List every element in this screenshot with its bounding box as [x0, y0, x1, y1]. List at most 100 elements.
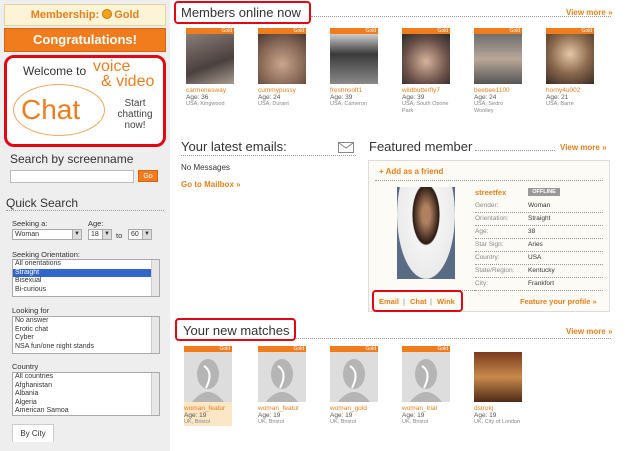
featured-member-photo[interactable] — [397, 187, 455, 279]
members_online-card[interactable]: Gold beebee1100 Age: 24 USA, Sedro Woolley — [474, 28, 522, 114]
add-friend-link[interactable]: + Add as a friend — [379, 167, 443, 176]
matches-card[interactable]: dstrokj Age: 19 UK, City of London — [474, 346, 522, 426]
member-name[interactable]: horny4u002 — [546, 87, 594, 94]
seeking-a-select[interactable]: Woman ▼ — [12, 229, 82, 240]
scrollbar[interactable] — [151, 317, 159, 353]
members-online-view-more-link[interactable]: View more » — [566, 8, 613, 17]
member-location: USA, Kingwood — [186, 101, 225, 107]
member-age: Age: 24 — [474, 94, 497, 101]
field-value: Frankfort — [528, 280, 555, 287]
member-photo[interactable] — [184, 352, 232, 402]
member-location: UK, City of London — [474, 419, 521, 425]
voice-video-chat-promo[interactable]: Welcome to voice & video Chat Start chat… — [4, 55, 166, 147]
list-option-selected[interactable]: Straight — [13, 268, 159, 277]
field-label: Star Sign: — [475, 241, 504, 248]
list-option[interactable]: Bi-curious — [13, 286, 159, 295]
divider — [296, 338, 611, 339]
members_online-card[interactable]: Gold horny4u002 Age: 21 USA, Barre — [546, 28, 594, 108]
tab-by-city[interactable]: By City — [12, 424, 54, 442]
member-photo[interactable] — [258, 34, 306, 84]
member-photo[interactable] — [402, 34, 450, 84]
member-age: Age: 19 — [474, 412, 497, 419]
screenname-go-button[interactable]: Go — [138, 170, 158, 182]
country-listbox[interactable]: All countries Afghanistan Albania Algeri… — [12, 372, 160, 416]
member-photo[interactable] — [258, 352, 306, 402]
highlight-box — [174, 1, 311, 24]
orientation-listbox[interactable]: All orientations Straight Bisexual Bi-cu… — [12, 259, 160, 297]
divider — [475, 150, 555, 151]
member-age: Age: 19 — [184, 412, 207, 419]
member-location: USA, South Ozone Park — [402, 101, 449, 114]
member-name[interactable]: beebee1100 — [474, 87, 522, 94]
featured-field-row: Age: 38 — [475, 228, 605, 235]
promo-video: & video — [101, 73, 155, 90]
list-option[interactable]: Bisexual — [13, 277, 159, 286]
member-photo[interactable] — [474, 34, 522, 84]
age-to-select[interactable]: 60 ▼ — [128, 229, 152, 240]
list-option[interactable]: No answer — [13, 317, 159, 326]
membership-level: Gold — [114, 9, 140, 21]
member-photo[interactable] — [474, 352, 522, 402]
member-name[interactable]: woman_featur — [184, 405, 232, 412]
list-option[interactable]: Cyber — [13, 334, 159, 343]
list-option[interactable]: All orientations — [13, 260, 159, 269]
no-messages-text: No Messages — [181, 163, 230, 172]
member-photo[interactable] — [546, 34, 594, 84]
member-name[interactable]: dstrokj — [474, 405, 522, 412]
member-name[interactable]: wildbutterfly7 — [402, 87, 450, 94]
divider — [181, 155, 356, 156]
add-friend-label: Add as a friend — [385, 167, 444, 176]
featured-view-more-link[interactable]: View more » — [560, 143, 607, 152]
member-name[interactable]: freshnsoft1 — [330, 87, 378, 94]
member-photo[interactable] — [186, 34, 234, 84]
field-value: 38 — [528, 228, 536, 235]
congratulations-button[interactable]: Congratulations! — [4, 28, 166, 52]
divider — [475, 251, 603, 252]
age-from-select[interactable]: 18 ▼ — [88, 229, 112, 240]
member-name[interactable]: cummypussy — [258, 87, 306, 94]
matches-card[interactable]: Gold woman_featur Age: 19 UK, Bristol — [258, 346, 306, 426]
member-location: USA, Barre — [546, 101, 574, 107]
member-photo[interactable] — [402, 352, 450, 402]
scrollbar[interactable] — [151, 373, 159, 415]
promo-welcome: Welcome to — [23, 64, 87, 78]
field-value: USA — [528, 254, 542, 261]
membership-status: Membership: Gold — [4, 4, 166, 26]
list-option[interactable]: American Samoa — [13, 407, 159, 415]
members_online-card[interactable]: Gold wildbutterfly7 Age: 39 USA, South Ozon… — [402, 28, 450, 114]
member-location: UK, Bristol — [402, 419, 428, 425]
list-option[interactable]: NSA fun/one night stands — [13, 343, 159, 352]
looking-for-listbox[interactable]: No answer Erotic chat Cyber NSA fun/one … — [12, 316, 160, 354]
goto-mailbox-link[interactable]: Go to Mailbox » — [181, 180, 241, 189]
list-option[interactable]: Erotic chat — [13, 326, 159, 335]
featured-username[interactable]: streetfex — [475, 188, 506, 197]
member-age: Age: 19 — [258, 412, 281, 419]
matches-card[interactable]: Gold woman_gold Age: 19 UK, Bristol — [330, 346, 378, 426]
member-name[interactable]: woman_gold — [330, 405, 378, 412]
members_online-card[interactable]: Gold carmenesway Age: 36 USA, Kingwood — [186, 28, 234, 108]
list-option[interactable]: All countries — [13, 373, 159, 382]
promo-chat: Chat — [21, 94, 81, 125]
list-option[interactable]: Albania — [13, 390, 159, 399]
matches-card[interactable]: Gold woman_trial Age: 19 UK, Bristol — [402, 346, 450, 426]
chevron-down-icon: ▼ — [142, 230, 151, 239]
member-name[interactable]: woman_featur — [258, 405, 306, 412]
screenname-input[interactable] — [10, 170, 134, 183]
member-name[interactable]: carmenesway — [186, 87, 234, 94]
members_online-card[interactable]: Gold cummypussy Age: 24 USA, Durant — [258, 28, 306, 108]
list-option[interactable]: Algeria — [13, 399, 159, 408]
scrollbar[interactable] — [151, 260, 159, 296]
age-label: Age: — [88, 219, 104, 228]
matches-card[interactable]: Gold woman_featur Age: 19 UK, Bristol — [184, 346, 232, 426]
featured-field-row: Gender: Woman — [475, 202, 605, 209]
field-label: City: — [475, 280, 488, 287]
matches-view-more-link[interactable]: View more » — [566, 327, 613, 336]
list-option[interactable]: Afghanistan — [13, 382, 159, 391]
feature-profile-link[interactable]: Feature your profile » — [520, 297, 597, 306]
member-age: Age: 24 — [258, 94, 281, 101]
member-photo[interactable] — [330, 34, 378, 84]
plus-icon: + — [379, 167, 386, 176]
member-name[interactable]: woman_trial — [402, 405, 450, 412]
member-photo[interactable] — [330, 352, 378, 402]
members_online-card[interactable]: Gold freshnsoft1 Age: 39 USA, Cameron — [330, 28, 378, 108]
